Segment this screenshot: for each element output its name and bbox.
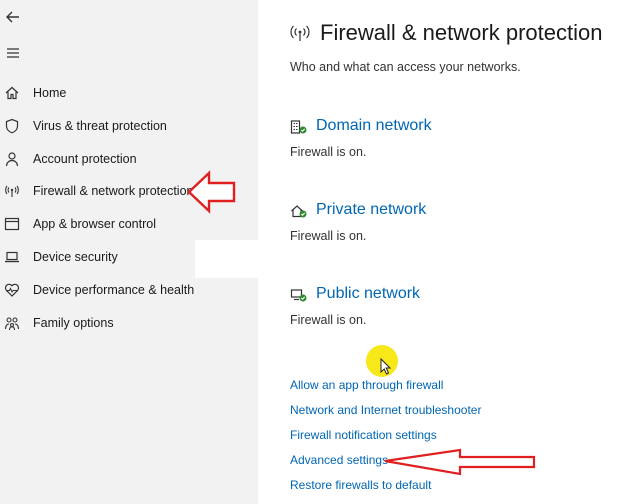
back-arrow-icon[interactable] [4, 8, 22, 26]
domain-network-link[interactable]: Domain network [316, 117, 432, 135]
person-icon [4, 151, 20, 167]
page-title: Firewall & network protection [320, 20, 603, 45]
family-icon [4, 315, 20, 331]
private-home-icon [290, 203, 308, 219]
restore-firewalls-link[interactable]: Restore firewalls to default [290, 478, 431, 492]
sidebar-item-app-browser[interactable]: App & browser control [0, 211, 258, 239]
browser-window-icon [4, 216, 20, 232]
public-network-status: Firewall is on. [290, 313, 367, 327]
advanced-settings-link[interactable]: Advanced settings [290, 453, 388, 467]
sidebar-item-label: Device performance & health [33, 283, 195, 297]
firewall-notification-settings-link[interactable]: Firewall notification settings [290, 428, 437, 442]
page-subtitle: Who and what can access your networks. [290, 60, 521, 74]
sidebar-item-home[interactable]: Home [0, 80, 258, 108]
background-patch [195, 240, 258, 278]
allow-app-link[interactable]: Allow an app through firewall [290, 378, 443, 392]
sidebar-item-label: App & browser control [33, 217, 156, 231]
shield-icon [4, 118, 20, 134]
wireless-antenna-icon [290, 24, 310, 42]
sidebar-item-label: Virus & threat protection [33, 119, 167, 133]
wireless-antenna-icon [4, 183, 20, 199]
private-network-link[interactable]: Private network [316, 201, 426, 219]
annotation-arrow-advanced [382, 446, 538, 478]
domain-network-status: Firewall is on. [290, 145, 367, 159]
sidebar-item-label: Account protection [33, 152, 137, 166]
laptop-icon [4, 249, 20, 265]
heart-pulse-icon [4, 282, 20, 298]
sidebar-item-virus-threat[interactable]: Virus & threat protection [0, 113, 258, 141]
sidebar-item-label: Firewall & network protection [33, 184, 194, 198]
hamburger-menu-icon[interactable] [4, 44, 22, 62]
private-network-status: Firewall is on. [290, 229, 367, 243]
mouse-pointer-icon [380, 358, 394, 376]
sidebar-item-label: Family options [33, 316, 114, 330]
home-icon [4, 85, 20, 101]
sidebar-item-device-performance[interactable]: Device performance & health [0, 277, 258, 305]
main-content: Firewall & network protection Who and wh… [258, 0, 640, 504]
annotation-arrow-sidebar [186, 170, 238, 214]
public-network-link[interactable]: Public network [316, 285, 420, 303]
sidebar-item-label: Home [33, 86, 67, 100]
sidebar-item-label: Device security [33, 250, 118, 264]
public-monitor-icon [290, 287, 308, 303]
domain-building-icon [290, 119, 308, 135]
sidebar-item-family[interactable]: Family options [0, 310, 258, 338]
network-troubleshooter-link[interactable]: Network and Internet troubleshooter [290, 403, 481, 417]
